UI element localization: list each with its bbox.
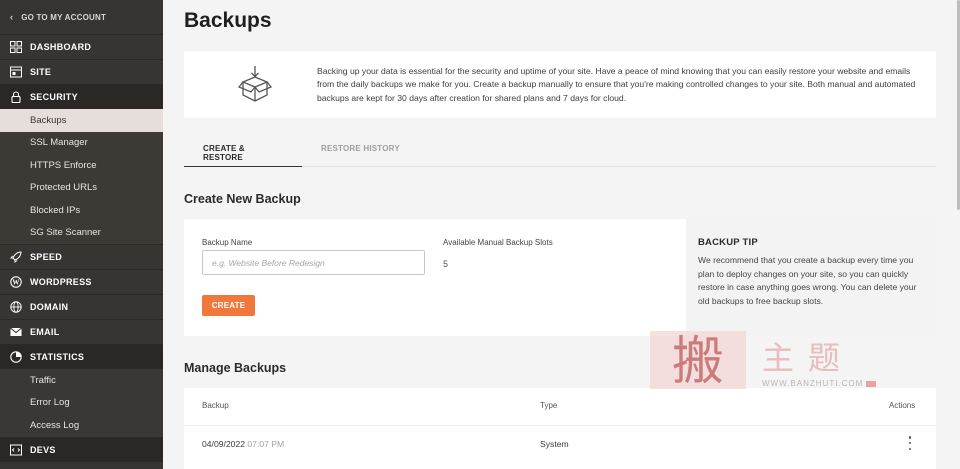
go-to-account-label: GO TO MY ACCOUNT — [21, 12, 107, 22]
main-content: Backups Backing up your data is essentia… — [163, 0, 960, 469]
sidebar-item-label: SECURITY — [30, 92, 78, 102]
sidebar-item-email[interactable]: EMAIL — [0, 319, 163, 344]
sidebar-subitem-backups[interactable]: Backups — [0, 109, 163, 132]
create-backup-card: Backup Name Available Manual Backup Slot… — [184, 219, 936, 336]
sidebar-item-site[interactable]: SITE — [0, 59, 163, 84]
backup-name-label: Backup Name — [202, 238, 253, 247]
create-backup-heading: Create New Backup — [184, 192, 301, 206]
column-header-actions: Actions — [889, 401, 916, 410]
svg-text:W: W — [12, 279, 19, 287]
backup-date-cell: 04/09/2022 07:07 PM — [202, 439, 284, 449]
wordpress-icon: W — [10, 276, 22, 288]
backup-box-icon — [235, 64, 275, 104]
intro-card: Backing up your data is essential for th… — [184, 51, 936, 118]
sidebar-subitem-sg-site-scanner[interactable]: SG Site Scanner — [0, 222, 163, 245]
sidebar-item-statistics[interactable]: STATISTICS — [0, 344, 163, 369]
backups-table: Backup Type Actions 04/09/2022 07:07 PM … — [184, 388, 936, 469]
column-header-backup: Backup — [202, 401, 229, 410]
backup-tip-text: We recommend that you create a backup ev… — [698, 255, 917, 306]
sidebar-subitem-https-enforce[interactable]: HTTPS Enforce — [0, 154, 163, 177]
sidebar-item-security[interactable]: SECURITY — [0, 84, 163, 109]
sidebar-item-dashboard[interactable]: DASHBOARD — [0, 34, 163, 59]
column-header-type: Type — [540, 401, 558, 410]
sidebar-item-speed[interactable]: SPEED — [0, 244, 163, 269]
sidebar-subitem-access-log[interactable]: Access Log — [0, 414, 163, 437]
backup-name-input[interactable] — [202, 250, 425, 275]
code-icon — [10, 444, 22, 456]
sidebar-item-label: EMAIL — [30, 327, 60, 337]
statistics-icon — [10, 351, 22, 363]
backup-date: 04/09/2022 — [202, 439, 246, 449]
sidebar-item-label: SPEED — [30, 252, 63, 262]
create-button[interactable]: CREATE — [202, 295, 255, 316]
header-divider — [184, 425, 936, 426]
more-actions-icon[interactable] — [905, 436, 915, 450]
sidebar-subitem-blocked-ips[interactable]: Blocked IPs — [0, 199, 163, 222]
sidebar-subitem-protected-urls[interactable]: Protected URLs — [0, 177, 163, 200]
tab-bar: CREATE & RESTORE RESTORE HISTORY — [184, 137, 936, 167]
go-to-account-link[interactable]: ‹ GO TO MY ACCOUNT — [0, 0, 163, 34]
tab-create-restore[interactable]: CREATE & RESTORE — [184, 137, 302, 167]
sidebar-item-devs[interactable]: DEVS — [0, 436, 163, 462]
security-submenu: Backups SSL Manager HTTPS Enforce Protec… — [0, 109, 163, 244]
dashboard-icon — [10, 41, 22, 53]
backup-slots-label: Available Manual Backup Slots — [443, 238, 553, 247]
sidebar-item-label: WORDPRESS — [30, 277, 92, 287]
statistics-submenu: Traffic Error Log Access Log — [0, 369, 163, 437]
manage-backups-heading: Manage Backups — [184, 361, 287, 375]
backup-tip-panel: BACKUP TIP We recommend that you create … — [686, 219, 936, 336]
sidebar-item-domain[interactable]: DOMAIN — [0, 294, 163, 319]
sidebar-item-label: DOMAIN — [30, 302, 69, 312]
intro-description: Backing up your data is essential for th… — [317, 66, 916, 103]
tab-restore-history[interactable]: RESTORE HISTORY — [302, 137, 419, 167]
sidebar-item-label: DEVS — [30, 444, 56, 455]
backup-time: 07:07 PM — [247, 439, 285, 449]
envelope-icon — [10, 326, 22, 338]
sidebar-subitem-error-log[interactable]: Error Log — [0, 392, 163, 415]
backup-tip-title: BACKUP TIP — [698, 237, 758, 248]
sidebar-item-label: STATISTICS — [30, 352, 85, 362]
sidebar-subitem-traffic[interactable]: Traffic — [0, 369, 163, 392]
page-title: Backups — [184, 9, 272, 32]
rocket-icon — [10, 251, 22, 263]
sidebar-subitem-ssl-manager[interactable]: SSL Manager — [0, 132, 163, 155]
sidebar: ‹ GO TO MY ACCOUNT DASHBOARD SITE SECURI… — [0, 0, 163, 469]
sidebar-item-label: SITE — [30, 67, 52, 77]
site-icon — [10, 66, 22, 78]
globe-icon — [10, 301, 22, 313]
backup-type-cell: System — [540, 439, 569, 449]
sidebar-item-label: DASHBOARD — [30, 42, 92, 52]
chevron-left-icon: ‹ — [10, 12, 14, 22]
backup-slots-value: 5 — [443, 259, 449, 269]
sidebar-item-wordpress[interactable]: W WORDPRESS — [0, 269, 163, 294]
lock-icon — [10, 91, 22, 103]
